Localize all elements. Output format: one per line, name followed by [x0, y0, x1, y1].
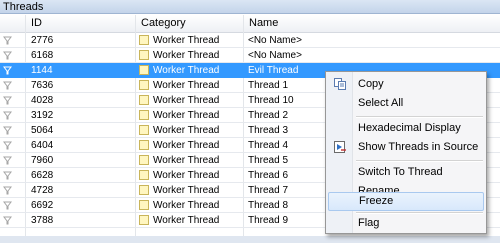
menu-item-copy[interactable]: Copy: [328, 75, 484, 94]
thread-category: Worker Thread: [139, 78, 242, 92]
category-icon: [139, 140, 149, 150]
flag-column-header[interactable]: [0, 15, 26, 32]
flag-icon[interactable]: [3, 141, 12, 150]
flag-icon[interactable]: [3, 66, 12, 75]
thread-category: Worker Thread: [139, 138, 242, 152]
menu-item-label: Hexadecimal Display: [358, 122, 461, 134]
category-label: Worker Thread: [153, 140, 220, 151]
thread-category: Worker Thread: [139, 168, 242, 182]
thread-category: Worker Thread: [139, 153, 242, 167]
menu-item-label: Show Threads in Source: [358, 141, 479, 153]
flag-icon[interactable]: [3, 111, 12, 120]
thread-id: 3192: [31, 110, 54, 121]
category-icon: [139, 95, 149, 105]
menu-item-select-all[interactable]: Select All: [328, 94, 484, 113]
flag-icon[interactable]: [3, 51, 12, 60]
flag-icon[interactable]: [3, 171, 12, 180]
show-threads-icon: [334, 141, 346, 153]
category-icon: [139, 35, 149, 45]
category-label: Worker Thread: [153, 185, 220, 196]
flag-icon[interactable]: [3, 156, 12, 165]
thread-id: 6692: [31, 200, 54, 211]
menu-item-freeze[interactable]: Freeze: [328, 192, 484, 211]
category-label: Worker Thread: [153, 50, 220, 61]
category-icon: [139, 200, 149, 210]
menu-item-label: Switch To Thread: [358, 166, 443, 178]
thread-category: Worker Thread: [139, 33, 242, 47]
flag-icon[interactable]: [3, 201, 12, 210]
thread-category: Worker Thread: [139, 123, 242, 137]
thread-category: Worker Thread: [139, 48, 242, 62]
thread-id: 6404: [31, 140, 54, 151]
menu-item-hexadecimal-display[interactable]: Hexadecimal Display: [328, 119, 484, 138]
menu-item-show-threads-in-source[interactable]: Show Threads in Source: [328, 138, 484, 157]
category-icon: [139, 170, 149, 180]
category-icon: [139, 215, 149, 225]
flag-icon[interactable]: [3, 216, 12, 225]
thread-id: 3788: [31, 215, 54, 226]
menu-item-label: Freeze: [359, 195, 394, 207]
column-header-row: ID Category Name: [0, 15, 500, 33]
category-label: Worker Thread: [153, 65, 220, 76]
flag-icon[interactable]: [3, 81, 12, 90]
thread-id: 7960: [31, 155, 54, 166]
category-icon: [139, 110, 149, 120]
thread-id: 6628: [31, 170, 54, 181]
menu-separator: [356, 160, 483, 162]
category-label: Worker Thread: [153, 80, 220, 91]
category-label: Worker Thread: [153, 95, 220, 106]
category-icon: [139, 155, 149, 165]
thread-category: Worker Thread: [139, 198, 242, 212]
thread-name: <No Name>: [248, 50, 302, 61]
flag-icon[interactable]: [3, 36, 12, 45]
table-row[interactable]: 6168 Worker Thread <No Name>: [0, 48, 500, 63]
thread-category: Worker Thread: [139, 63, 242, 77]
flag-icon[interactable]: [3, 96, 12, 105]
thread-id: 5064: [31, 125, 54, 136]
category-label: Worker Thread: [153, 200, 220, 211]
category-icon: [139, 50, 149, 60]
thread-category: Worker Thread: [139, 93, 242, 107]
thread-id: 7636: [31, 80, 54, 91]
category-icon: [139, 125, 149, 135]
category-icon: [139, 80, 149, 90]
menu-item-label: Copy: [358, 78, 384, 90]
thread-id: 4028: [31, 95, 54, 106]
thread-category: Worker Thread: [139, 213, 242, 227]
menu-separator: [356, 116, 483, 118]
flag-icon[interactable]: [3, 186, 12, 195]
thread-id: 6168: [31, 50, 54, 61]
context-menu: Copy Select All Hexadecimal Display Show…: [325, 71, 487, 234]
flag-icon[interactable]: [3, 126, 12, 135]
bottom-tab-strip: [0, 236, 500, 243]
menu-item-flag[interactable]: Flag: [328, 214, 484, 233]
copy-icon: [334, 78, 346, 90]
thread-name: <No Name>: [248, 35, 302, 46]
category-label: Worker Thread: [153, 35, 220, 46]
id-column-header[interactable]: ID: [26, 15, 136, 32]
category-label: Worker Thread: [153, 110, 220, 121]
menu-item-label: Select All: [358, 97, 404, 109]
thread-id: 1144: [31, 65, 53, 76]
menu-item-switch-to-thread[interactable]: Switch To Thread: [328, 163, 484, 182]
category-label: Worker Thread: [153, 170, 220, 181]
category-label: Worker Thread: [153, 125, 220, 136]
thread-category: Worker Thread: [139, 183, 242, 197]
category-icon: [139, 185, 149, 195]
thread-category: Worker Thread: [139, 108, 242, 122]
category-icon: [139, 65, 149, 75]
thread-id: 2776: [31, 35, 54, 46]
category-label: Worker Thread: [153, 215, 220, 226]
thread-id: 4728: [31, 185, 54, 196]
category-column-header[interactable]: Category: [136, 15, 244, 32]
name-column-header[interactable]: Name: [244, 15, 500, 32]
table-row[interactable]: 2776 Worker Thread <No Name>: [0, 33, 500, 48]
panel-title: Threads: [0, 0, 500, 14]
category-label: Worker Thread: [153, 155, 220, 166]
menu-item-label: Flag: [358, 217, 380, 229]
